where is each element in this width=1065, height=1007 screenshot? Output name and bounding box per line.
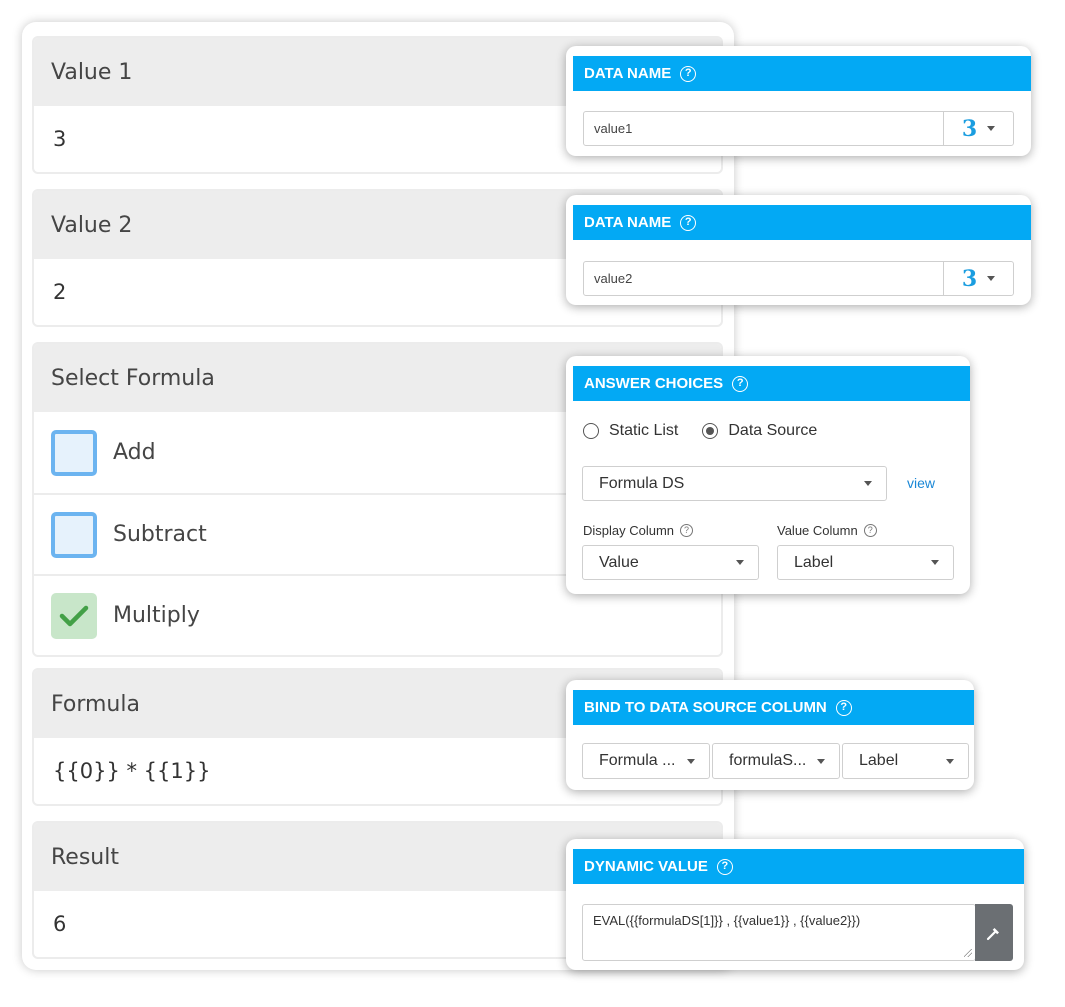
help-circle-icon[interactable]: ? — [680, 524, 694, 537]
input-value: value2 — [594, 271, 633, 286]
help-circle-icon[interactable]: ? — [716, 858, 733, 875]
choice-label: Multiply — [113, 603, 200, 628]
magic-wand-icon — [986, 927, 999, 940]
value-column-select[interactable]: Label — [777, 545, 954, 580]
check-icon — [59, 605, 89, 626]
data-name-input[interactable]: value2 3 — [583, 261, 1014, 296]
popup-title: BIND TO DATA SOURCE COLUMN — [584, 699, 827, 716]
popup-title: ANSWER CHOICES — [584, 375, 724, 392]
bind-column-popup: BIND TO DATA SOURCE COLUMN ? Formula ...… — [566, 680, 974, 790]
view-link[interactable]: view — [907, 475, 935, 491]
radio-label: Static List — [609, 422, 679, 439]
popup-header: BIND TO DATA SOURCE COLUMN ? — [573, 690, 974, 725]
display-column-select[interactable]: Value — [582, 545, 759, 580]
data-name-input[interactable]: value1 3 — [583, 111, 1014, 146]
chevron-down-icon — [736, 560, 744, 565]
radio-data-source[interactable] — [702, 423, 719, 439]
bind-datasource-select[interactable]: Formula ... — [582, 743, 710, 779]
popup-header: DATA NAME ? — [573, 205, 1031, 240]
select-value: Label — [794, 553, 834, 571]
choice-label: Add — [113, 440, 156, 465]
input-value: value1 — [594, 121, 633, 136]
badge-count: 3 — [961, 265, 978, 292]
select-value: Formula ... — [599, 752, 676, 769]
chevron-down-icon — [946, 758, 954, 764]
magic-wand-button[interactable] — [975, 904, 1013, 961]
popup-title: DATA NAME — [584, 65, 672, 82]
chevron-down-icon — [817, 758, 825, 764]
dynamic-value-popup: DYNAMIC VALUE ? EVAL({{formulaDS[1]}} , … — [566, 839, 1024, 970]
select-value: formulaS... — [729, 752, 807, 769]
chevron-down-icon — [931, 560, 939, 565]
select-value: Label — [859, 752, 899, 769]
expression-text: EVAL({{formulaDS[1]}} , {{value1}} , {{v… — [593, 913, 861, 928]
data-name-popup-2: DATA NAME ? value2 3 — [566, 195, 1031, 305]
resize-handle[interactable] — [964, 949, 972, 957]
label-text: Value Column — [777, 523, 858, 538]
choice-label: Subtract — [113, 522, 207, 547]
chevron-down-icon — [987, 126, 996, 131]
select-value: Value — [599, 553, 639, 571]
popup-header: ANSWER CHOICES ? — [573, 366, 970, 401]
checkbox[interactable] — [51, 429, 97, 476]
badge-dropdown[interactable]: 3 — [943, 112, 1013, 145]
badge-count: 3 — [961, 115, 978, 142]
data-name-popup-1: DATA NAME ? value1 3 — [566, 46, 1031, 156]
label-text: Display Column — [583, 523, 675, 538]
select-value: Formula DS — [599, 474, 685, 492]
chevron-down-icon — [864, 481, 872, 486]
popup-title: DATA NAME — [584, 214, 672, 231]
popup-header: DYNAMIC VALUE ? — [573, 849, 1024, 884]
checkbox[interactable] — [51, 511, 97, 558]
chevron-down-icon — [687, 758, 695, 764]
help-circle-icon[interactable]: ? — [835, 699, 852, 716]
badge-dropdown[interactable]: 3 — [943, 262, 1013, 295]
help-circle-icon[interactable]: ? — [732, 375, 749, 392]
dynamic-value-textarea[interactable]: EVAL({{formulaDS[1]}} , {{value1}} , {{v… — [582, 904, 976, 961]
help-circle-icon[interactable]: ? — [680, 65, 697, 82]
radio-static-list[interactable] — [583, 423, 599, 439]
display-column-label: Display Column ? — [583, 523, 694, 538]
popup-header: DATA NAME ? — [573, 56, 1031, 91]
answer-choices-popup: ANSWER CHOICES ? Static List Data Source… — [566, 356, 970, 594]
checkbox[interactable] — [51, 592, 97, 639]
radio-label: Data Source — [728, 422, 818, 439]
data-source-select[interactable]: Formula DS — [582, 466, 887, 501]
popup-title: DYNAMIC VALUE — [584, 858, 708, 875]
value-column-label: Value Column ? — [777, 523, 877, 538]
bind-column-select[interactable]: Label — [842, 743, 969, 779]
help-circle-icon[interactable]: ? — [680, 214, 697, 231]
chevron-down-icon — [987, 276, 996, 281]
source-type-radios: Static List Data Source — [583, 422, 817, 440]
help-circle-icon[interactable]: ? — [863, 524, 877, 537]
bind-field-select[interactable]: formulaS... — [712, 743, 840, 779]
